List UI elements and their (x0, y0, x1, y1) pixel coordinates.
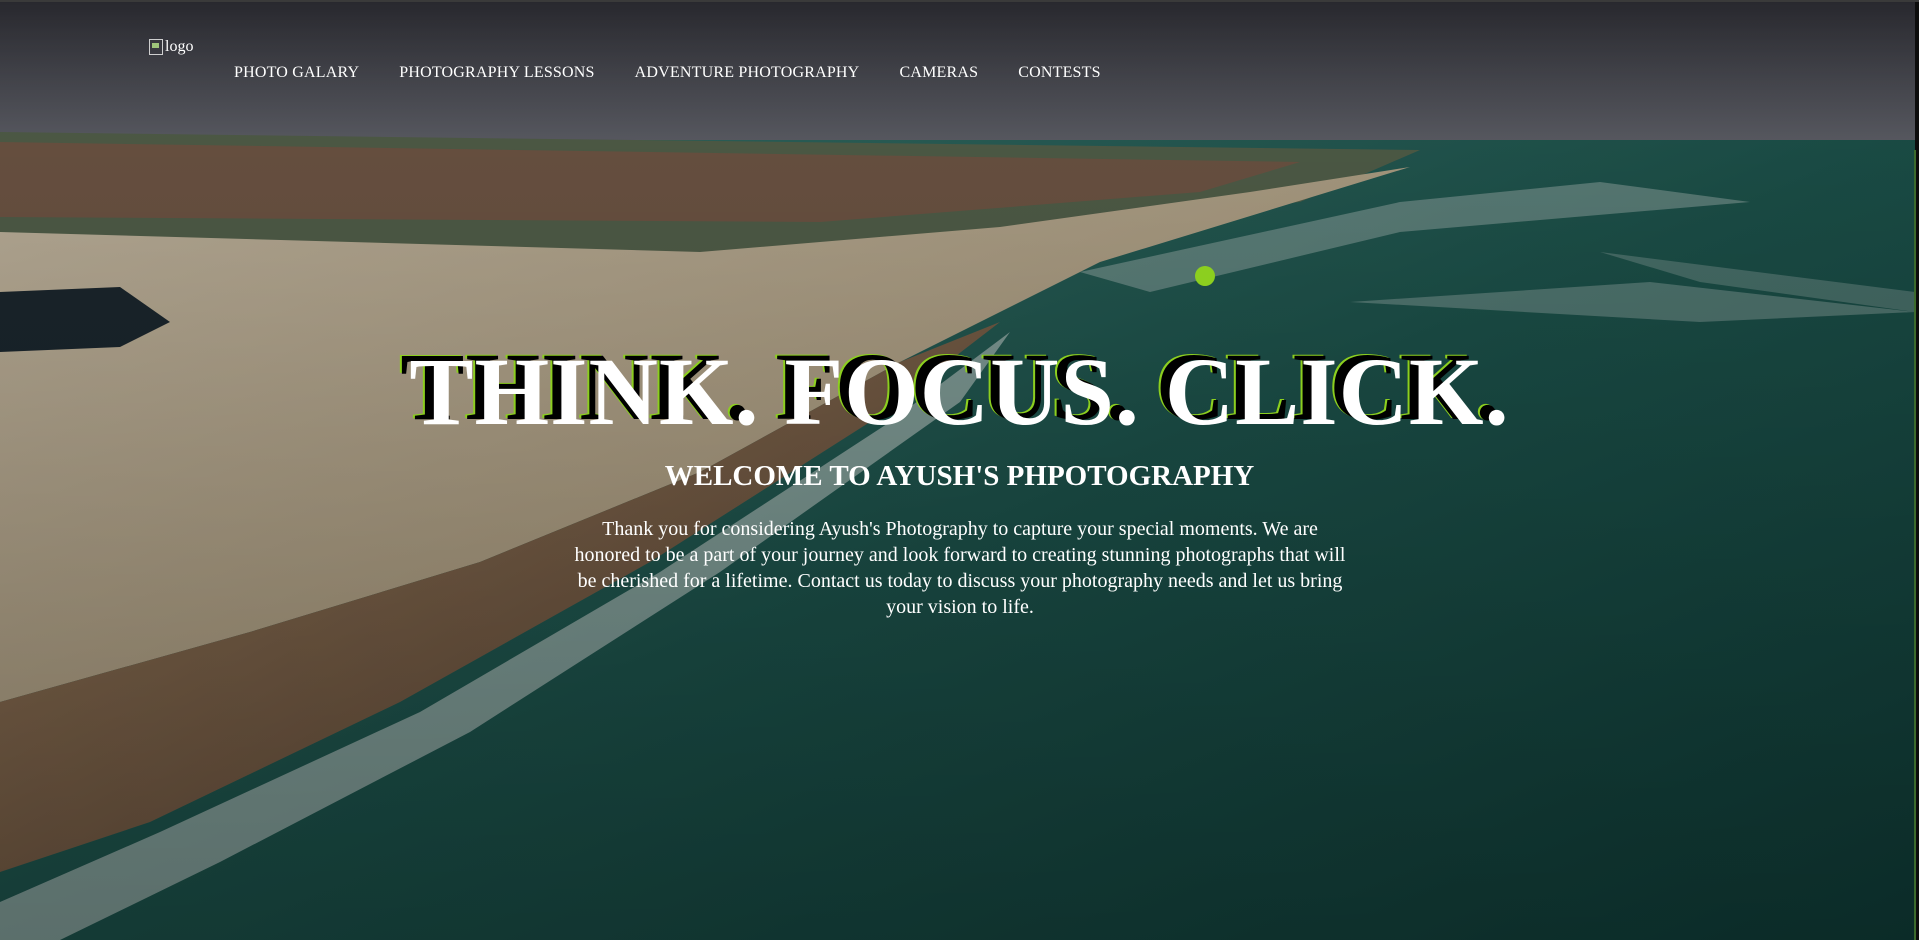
nav-item-adventure-photography[interactable]: ADVENTURE PHOTOGRAPHY (635, 64, 860, 82)
nav-item-photo-galary[interactable]: PHOTO GALARY (234, 64, 359, 82)
nav-item-cameras[interactable]: CAMERAS (899, 64, 978, 82)
main-nav: PHOTO GALARY PHOTOGRAPHY LESSONS ADVENTU… (234, 64, 1141, 82)
cursor-dot (1195, 266, 1215, 286)
nav-item-photography-lessons[interactable]: PHOTOGRAPHY LESSONS (399, 64, 594, 82)
window-top-border (0, 0, 1919, 2)
accent-edge-line (1914, 150, 1916, 940)
logo-alt-text: logo (165, 38, 194, 55)
logo[interactable]: logo (149, 38, 193, 56)
broken-image-icon (149, 39, 163, 55)
hero-description: Thank you for considering Ayush's Photog… (574, 518, 1346, 618)
nav-item-contests[interactable]: CONTESTS (1018, 64, 1101, 82)
welcome-heading: WELCOME TO AYUSH'S PHPOTOGRAPHY (664, 460, 1255, 492)
hero-headline: THINK. FOCUS. CLICK. (409, 338, 1510, 445)
